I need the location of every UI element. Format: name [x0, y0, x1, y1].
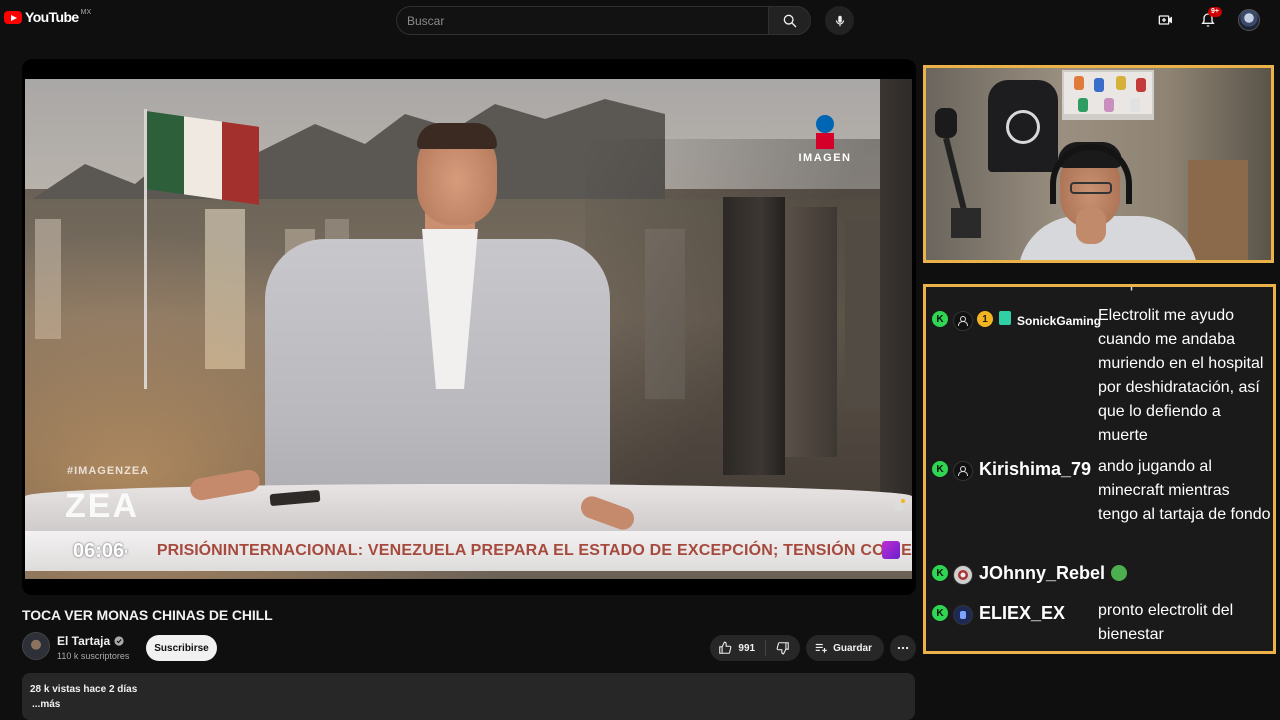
- top-bar: YouTube MX 9+: [0, 0, 1280, 40]
- search-icon: [783, 14, 796, 27]
- subscribe-button[interactable]: Suscribirse: [146, 635, 217, 661]
- video-tower: [723, 197, 785, 475]
- chat-row: K Kirishima_79: [932, 459, 1091, 481]
- kick-badge-icon: K: [932, 565, 948, 581]
- chat-username[interactable]: SonickGaming: [1017, 314, 1101, 331]
- create-video-icon: [1158, 15, 1172, 25]
- user-avatar-icon: [953, 311, 973, 331]
- chat-row: K JOhnny_Rebel: [932, 563, 1128, 585]
- gift-icon: [999, 311, 1011, 325]
- chat-message: ando jugando al minecraft mientras tengo…: [1098, 458, 1271, 523]
- ticker-time: 06:06: [73, 539, 125, 562]
- playlist-add-icon: [815, 643, 827, 653]
- search-button[interactable]: [768, 6, 811, 35]
- webcam-jersey: [988, 80, 1058, 172]
- like-button[interactable]: 991: [710, 640, 767, 656]
- account-avatar[interactable]: [1238, 9, 1260, 31]
- news-anchor-hair: [417, 123, 497, 149]
- channel-avatar[interactable]: [22, 632, 50, 660]
- verified-icon: [114, 636, 124, 646]
- thumbs-up-icon: [719, 641, 732, 654]
- video-title: TOCA VER MONAS CHINAS DE CHILL: [22, 607, 273, 623]
- user-avatar-icon: [953, 461, 973, 481]
- webcam-shelf: [1062, 70, 1154, 116]
- more-horizontal-icon: [897, 646, 909, 650]
- video-player[interactable]: IMAGEN #IMAGENZEA ZEA 06:06 ◐ PRISIÓN IN…: [22, 59, 916, 595]
- search-bar: [396, 6, 811, 35]
- video-tower: [785, 207, 837, 457]
- create-button[interactable]: [1154, 8, 1178, 32]
- ticker-section: PRISIÓN: [156, 542, 223, 559]
- search-input[interactable]: [396, 6, 768, 35]
- news-desk: [25, 484, 912, 534]
- show-hashtag: #IMAGENZEA: [67, 465, 150, 477]
- user-avatar-icon: [953, 605, 973, 625]
- like-count: 991: [738, 642, 756, 654]
- chat-message: pronto electrolit del bienestar: [1098, 602, 1234, 643]
- chat-username[interactable]: Kirishima_79: [979, 459, 1091, 481]
- show-name: ZEA: [65, 487, 139, 525]
- chat-row: K ELIEX_EX: [932, 603, 1065, 625]
- thumbs-down-icon: [776, 642, 789, 655]
- chat-message: Electrolit me ayudo cuando me andaba mur…: [1098, 307, 1264, 444]
- lock-icon: [895, 499, 905, 510]
- save-label: Guardar: [833, 642, 872, 654]
- youtube-play-icon: [4, 11, 22, 24]
- like-dislike-group: 991: [710, 635, 801, 661]
- imagen-logo-text: IMAGEN: [798, 152, 852, 164]
- ticker-brand-icon: [882, 541, 900, 559]
- chat-username[interactable]: ELIEX_EX: [979, 603, 1065, 625]
- description-box[interactable]: 28 k vistas hace 2 días ...más: [22, 673, 915, 720]
- top-right-actions: 9+: [1154, 7, 1260, 32]
- chat-username[interactable]: JOhnny_Rebel: [979, 563, 1105, 585]
- live-chat-overlay: Yampan. Silver. K 1 SonickGaming Electro…: [923, 284, 1276, 654]
- webcam-cabinet: [1188, 160, 1248, 260]
- streamer-webcam: [923, 65, 1274, 263]
- voice-search-button[interactable]: [825, 6, 854, 35]
- ticker-headline: INTERNACIONAL: VENEZUELA PREPARA EL ESTA…: [222, 542, 912, 559]
- subscriber-count: 110 k suscriptores: [57, 651, 130, 661]
- chat-row: K 1 SonickGaming: [932, 311, 1101, 331]
- chat-cut-message: Yampan. Silver.: [1098, 287, 1209, 292]
- streamer-glasses: [1070, 182, 1112, 194]
- channel-row: El Tartaja 110 k suscriptores Suscribirs…: [22, 632, 916, 664]
- logo-text: YouTube: [25, 9, 79, 25]
- kick-badge-icon: K: [932, 605, 948, 621]
- description-more-link[interactable]: ...más: [32, 699, 60, 710]
- notification-count-badge: 9+: [1208, 7, 1222, 17]
- microphone-arm: [935, 108, 981, 238]
- view-count-date: 28 k vistas hace 2 días: [30, 684, 138, 695]
- mexico-flag: [147, 111, 259, 205]
- subscriber-badge: 1: [977, 311, 993, 327]
- ticker-weather-icon: ◐: [124, 546, 130, 556]
- video-frame[interactable]: IMAGEN #IMAGENZEA ZEA 06:06 ◐ PRISIÓN IN…: [25, 79, 912, 579]
- microphone-icon: [835, 15, 844, 26]
- more-actions-button[interactable]: [890, 635, 916, 661]
- kick-badge-icon: K: [932, 311, 948, 327]
- streamer-hand: [1076, 208, 1106, 244]
- save-button[interactable]: Guardar: [806, 635, 884, 661]
- channel-name[interactable]: El Tartaja: [57, 634, 110, 648]
- webcam-shelf-divider: [1062, 116, 1154, 120]
- frog-emote-icon: [1111, 565, 1128, 581]
- channel-name-wrap[interactable]: El Tartaja: [57, 634, 124, 648]
- imagen-tv-logo: IMAGEN: [795, 115, 855, 164]
- news-ticker: 06:06 ◐ PRISIÓN INTERNACIONAL: VENEZUELA…: [25, 531, 912, 571]
- youtube-logo[interactable]: YouTube MX: [4, 9, 92, 25]
- notifications-button[interactable]: 9+: [1196, 7, 1222, 32]
- logo-country: MX: [80, 9, 92, 16]
- video-actions: 991 Guardar: [710, 635, 916, 661]
- kick-badge-icon: K: [932, 461, 948, 477]
- dislike-button[interactable]: [766, 640, 800, 656]
- video-tower: [880, 79, 912, 509]
- user-avatar-icon: [953, 565, 973, 585]
